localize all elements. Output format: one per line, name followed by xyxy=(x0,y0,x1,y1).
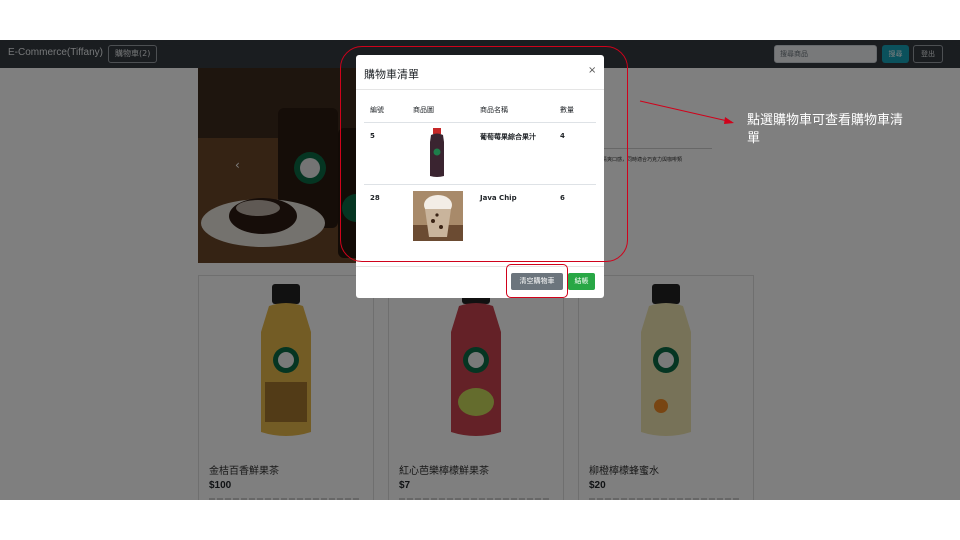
checkout-button[interactable]: 結帳 xyxy=(568,273,595,290)
highlight-circle xyxy=(340,46,628,262)
annotation-text: 點選購物車可查看購物車清單 xyxy=(747,113,904,146)
arrow-icon xyxy=(639,100,734,124)
slide: E-Commerce(Tiffany) 購物車(2) 搜尋商品 搜尋 登出 ‹ xyxy=(0,0,960,540)
app-screenshot: E-Commerce(Tiffany) 購物車(2) 搜尋商品 搜尋 登出 ‹ xyxy=(0,40,960,500)
highlight-box xyxy=(506,264,568,298)
